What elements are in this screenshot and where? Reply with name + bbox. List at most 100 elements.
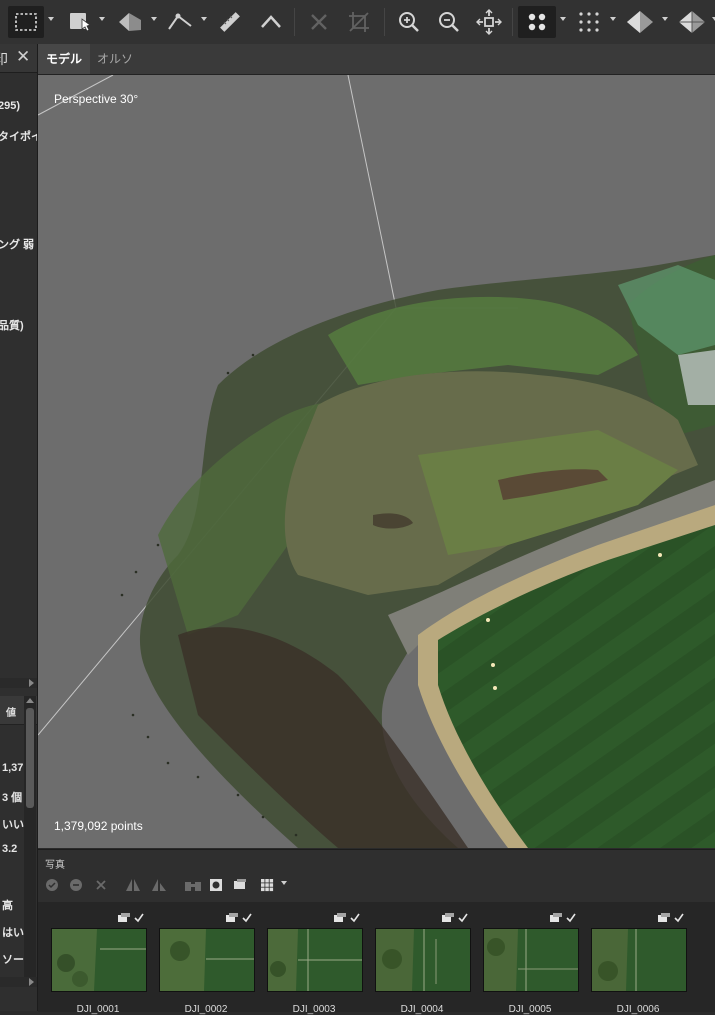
scroll-right-icon[interactable] [29, 978, 34, 986]
model-viewport[interactable]: Perspective 30° 1,379,092 points [38, 75, 715, 848]
rotate-right-icon [152, 879, 166, 891]
model-wire-button[interactable] [674, 6, 710, 38]
property-value: はい [2, 927, 24, 939]
binoculars-icon [185, 882, 201, 891]
check-icon [134, 913, 144, 923]
dots-grid-icon [579, 12, 599, 32]
photos-toolbar [38, 872, 715, 898]
tab-model[interactable]: モデル [38, 44, 91, 74]
photo-image[interactable] [51, 928, 147, 992]
tree-item-text[interactable]: タイポイ [0, 128, 37, 144]
chevron-down-icon[interactable] [48, 17, 54, 21]
scrollbar-thumb[interactable] [26, 708, 34, 808]
shape-tool-button[interactable] [112, 6, 148, 38]
toolbar-divider [294, 8, 295, 36]
toolbar-divider [384, 8, 385, 36]
model-button[interactable] [622, 6, 658, 38]
zoom-out-button[interactable] [432, 6, 466, 38]
photo-label: DJI_0002 [184, 1004, 228, 1015]
minus-circle-icon [70, 879, 82, 891]
vertical-scrollbar[interactable] [24, 696, 36, 986]
view-tabs: モデル オルソ [38, 44, 715, 75]
horizontal-scrollbar[interactable] [0, 977, 37, 987]
rotate-left-icon [126, 879, 140, 891]
photo-label: DJI_0005 [508, 1004, 552, 1015]
aligned-icon [334, 913, 346, 922]
select-tool-button[interactable] [62, 6, 96, 38]
tab-ortho[interactable]: オルソ [89, 44, 141, 74]
close-icon [96, 880, 106, 890]
mask-button[interactable] [208, 876, 224, 894]
tree-item-text[interactable]: 295) [0, 100, 20, 112]
chevron-down-icon[interactable] [560, 17, 566, 21]
rectangle-select-icon [15, 13, 37, 31]
ruler-button[interactable] [214, 6, 246, 38]
point-cloud-icon [528, 13, 546, 31]
tree-item-text[interactable]: 品質) [0, 317, 24, 333]
chevron-down-icon[interactable] [151, 17, 157, 21]
point-cloud-render[interactable] [38, 75, 715, 848]
photo-image[interactable] [159, 928, 255, 992]
mask-icon [210, 879, 222, 891]
photo-label: DJI_0003 [292, 1004, 336, 1015]
delete-icon [311, 14, 327, 30]
chevron-down-icon[interactable] [99, 17, 105, 21]
property-value: 1,37 [2, 762, 24, 774]
rotate-right-button[interactable] [150, 876, 168, 894]
delete-button[interactable] [302, 6, 336, 38]
thumbnail-view-button[interactable] [258, 876, 276, 894]
fit-view-icon [476, 9, 502, 35]
photo-image[interactable] [591, 928, 687, 992]
panel-title: 印 [0, 49, 8, 69]
caret-up-icon [261, 15, 281, 28]
remove-photo-button[interactable] [94, 876, 108, 894]
check-icon [242, 913, 252, 923]
chevron-down-icon[interactable] [662, 17, 668, 21]
photo-label: DJI_0006 [616, 1004, 660, 1015]
zoom-in-icon [399, 12, 419, 32]
match-photo-button[interactable] [184, 876, 202, 894]
scroll-up-icon[interactable] [26, 698, 34, 703]
property-value: 高 [2, 900, 13, 912]
photos-panel-title: 写真 [45, 860, 65, 871]
check-icon [350, 913, 360, 923]
property-value: いい [2, 819, 24, 831]
disable-photo-button[interactable] [69, 876, 83, 894]
crop-button[interactable] [342, 6, 376, 38]
projection-label: Perspective 30° [54, 92, 139, 106]
aligned-icon [226, 913, 238, 922]
collapse-button[interactable] [254, 6, 288, 38]
photo-image[interactable] [483, 928, 579, 992]
camera-view-button[interactable] [232, 876, 248, 894]
workspace-panel-header: 印 ✕ [0, 44, 37, 73]
workspace-panel: 印 ✕ 295) タイポイ ング 弱 品質) 値 1,37 3 個 いい 3.2… [0, 44, 38, 1011]
grid-view-icon [261, 879, 274, 892]
horizontal-scrollbar[interactable] [0, 678, 37, 688]
chevron-down-icon[interactable] [281, 881, 287, 885]
chevron-down-icon[interactable] [610, 17, 616, 21]
zoom-out-icon [439, 12, 459, 32]
close-icon[interactable]: ✕ [16, 47, 30, 67]
rotate-left-button[interactable] [124, 876, 142, 894]
property-value: 3.2 [2, 843, 18, 855]
fit-view-button[interactable] [472, 6, 506, 38]
photo-image[interactable] [267, 928, 363, 992]
point-count-label: 1,379,092 points [54, 819, 143, 833]
crop-icon [349, 12, 369, 32]
value-column-label: 値 [6, 708, 16, 719]
point-cloud-button[interactable] [518, 6, 556, 38]
main-toolbar [0, 0, 715, 45]
polyline-tool-button[interactable] [164, 6, 196, 38]
photo-label: DJI_0001 [76, 1004, 120, 1015]
tree-item-text[interactable]: ング 弱 [0, 236, 34, 252]
chevron-down-icon[interactable] [201, 17, 207, 21]
dense-cloud-button[interactable] [572, 6, 606, 38]
rectangle-select-button[interactable] [8, 6, 44, 38]
photo-image[interactable] [375, 928, 471, 992]
photos-panel: 写真 DJI_0001 DJI_0002 DJI_0003 DJI_0004 D… [38, 849, 715, 1015]
scroll-right-icon[interactable] [29, 679, 34, 687]
zoom-in-button[interactable] [392, 6, 426, 38]
model-icon [627, 11, 653, 33]
check-icon [458, 913, 468, 923]
enable-photo-button[interactable] [45, 876, 59, 894]
